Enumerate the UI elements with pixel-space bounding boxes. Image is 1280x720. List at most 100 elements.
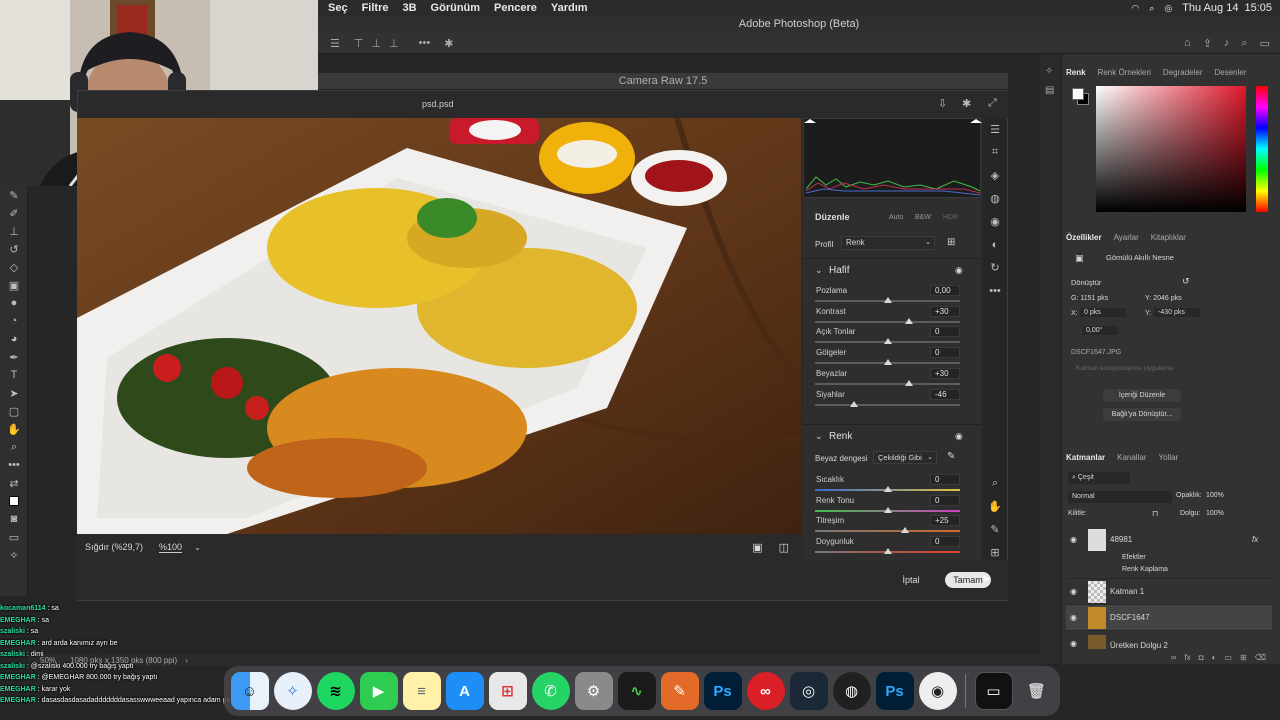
reset-transform-icon[interactable]: ↺ xyxy=(1182,276,1190,287)
home-icon[interactable]: ⌂ xyxy=(1184,37,1191,49)
folder-icon[interactable]: ▭ xyxy=(1224,653,1232,662)
gear-icon[interactable]: ✱ xyxy=(962,97,971,110)
trash-icon[interactable]: ⌫ xyxy=(1255,653,1266,662)
photo-preview[interactable] xyxy=(77,118,801,534)
steam-icon[interactable]: ◎ xyxy=(789,672,828,710)
compare-view-icon[interactable]: ◫ xyxy=(779,541,789,554)
pen-icon[interactable]: ✒ xyxy=(0,348,28,366)
search-icon[interactable]: ⌕ xyxy=(1241,37,1247,50)
brush-icon[interactable]: ✎ xyxy=(0,186,28,204)
history-brush-icon[interactable]: ↺ xyxy=(0,240,28,258)
fullscreen-icon[interactable]: ⤢ xyxy=(988,97,997,110)
pages-icon[interactable]: ✎ xyxy=(660,672,699,710)
edit-contents-button[interactable]: İçeriği Düzenle xyxy=(1103,389,1181,402)
history-icon[interactable]: ▤ xyxy=(1045,85,1061,96)
masking-icon[interactable]: ◍ xyxy=(983,187,1007,210)
slider-value-field[interactable]: 0 xyxy=(930,536,960,548)
convert-linked-button[interactable]: Bağlı'ya Dönüştür... xyxy=(1103,408,1181,421)
snapshots-icon[interactable]: ↻ xyxy=(983,256,1007,279)
cancel-button[interactable]: İptal xyxy=(891,572,931,588)
menu-item-filter[interactable]: Filtre xyxy=(362,2,389,14)
slider-row[interactable]: Kontrast +30 xyxy=(815,305,960,328)
slider-value-field[interactable]: 0 xyxy=(930,326,960,338)
layer-row[interactable]: ◉ 48981 fx Efektler Renk Kaplama xyxy=(1066,527,1272,579)
fill-value[interactable]: 100% xyxy=(1206,510,1224,517)
quick-mask-icon[interactable]: ◙ xyxy=(0,510,28,528)
control-center-icon[interactable]: ◎ xyxy=(1164,3,1172,14)
align-bottom-icon[interactable]: ⊥ xyxy=(389,37,399,50)
slider-value-field[interactable]: +25 xyxy=(930,515,960,527)
chevron-down-icon[interactable]: ⌄ xyxy=(815,431,823,442)
menu-item-window[interactable]: Pencere xyxy=(494,2,537,14)
crop-icon[interactable]: ⌗ xyxy=(983,141,1007,164)
eye-icon[interactable]: ◉ xyxy=(1070,587,1077,596)
system-settings-icon[interactable]: ⚙ xyxy=(574,672,613,710)
slider-thumb[interactable] xyxy=(883,506,892,513)
slider-track[interactable] xyxy=(815,530,960,533)
adjustment-icon[interactable]: ◐ xyxy=(1212,653,1217,662)
slider-row[interactable]: Pozlama 0,00 xyxy=(815,285,960,307)
zoom-icon[interactable]: ⌕ xyxy=(983,472,1007,495)
width-value[interactable]: G: 1151 pks xyxy=(1071,295,1108,302)
lock-icon[interactable]: ⊓ xyxy=(1152,509,1158,518)
layer-row[interactable]: ◉ DSCF1647 xyxy=(1066,605,1272,631)
slider-thumb[interactable] xyxy=(850,400,859,407)
eye-icon[interactable]: ◉ xyxy=(1070,613,1077,622)
stamp-icon[interactable]: ⊥ xyxy=(0,222,28,240)
obs-icon[interactable]: ◍ xyxy=(832,672,871,710)
slider-row[interactable]: Renk Tonu 0 xyxy=(815,494,960,517)
spotify-icon[interactable]: ≋ xyxy=(316,672,355,710)
slider-thumb[interactable] xyxy=(883,359,892,366)
webcam-app-icon[interactable]: ◉ xyxy=(918,672,957,710)
zoom-icon[interactable]: ⌕ xyxy=(0,438,28,456)
opacity-value[interactable]: 100% xyxy=(1206,492,1224,499)
eye-icon[interactable]: ◉ xyxy=(1070,535,1077,544)
layer-row[interactable]: ◉ Katman 1 xyxy=(1066,579,1272,605)
align-top-icon[interactable]: ⊤ xyxy=(354,37,364,50)
path-select-icon[interactable]: ➤ xyxy=(0,384,28,402)
crop-view-icon[interactable]: ▣ xyxy=(752,541,762,554)
slider-thumb[interactable] xyxy=(883,548,892,555)
blur-icon[interactable]: ● xyxy=(0,294,28,312)
hdr-button[interactable]: HDR xyxy=(943,214,958,221)
fx-icon[interactable]: fx xyxy=(1185,653,1191,662)
activity-monitor-icon[interactable]: ∿ xyxy=(617,672,656,710)
chevron-down-icon[interactable]: ⌄ xyxy=(815,265,823,276)
finder-icon[interactable]: ☺ xyxy=(230,672,269,710)
slider-value-field[interactable]: 0 xyxy=(930,347,960,359)
layer-row[interactable]: ◉ Üretken Dolgu 2 xyxy=(1066,631,1272,650)
slider-thumb[interactable] xyxy=(883,486,892,492)
pencil-icon[interactable]: ✐ xyxy=(0,204,28,222)
light-section-title[interactable]: Hafif xyxy=(829,265,850,276)
eye-icon[interactable]: ◉ xyxy=(955,431,963,442)
blend-mode-select[interactable]: Normal xyxy=(1068,491,1172,503)
slider-row[interactable]: Gölgeler 0 xyxy=(815,347,960,369)
angle-value[interactable]: 0,00° xyxy=(1082,326,1118,335)
photoshop-icon[interactable]: Ps xyxy=(703,672,742,710)
slider-thumb[interactable] xyxy=(900,527,909,534)
tab-libraries[interactable]: Kitaplıklar xyxy=(1151,233,1186,242)
slider-thumb[interactable] xyxy=(905,379,914,386)
slider-row[interactable]: Sıcaklık 0 xyxy=(815,474,960,496)
eye-icon[interactable]: ◉ xyxy=(1070,639,1077,648)
slider-value-field[interactable]: -46 xyxy=(930,388,960,400)
bell-icon[interactable]: ♪ xyxy=(1224,37,1230,49)
color-section-title[interactable]: Renk xyxy=(829,431,852,442)
trash-icon[interactable]: 🗑 xyxy=(1018,672,1056,710)
color-sampler-icon[interactable]: ✎ xyxy=(983,518,1007,541)
menu-item-view[interactable]: Görünüm xyxy=(431,2,481,14)
more-icon[interactable]: ••• xyxy=(419,37,431,49)
slider-row[interactable]: Titreşim +25 xyxy=(815,515,960,537)
white-balance-select[interactable]: Çekildiği Gibi ⌄ xyxy=(873,451,937,464)
profile-browser-icon[interactable]: ⊞ xyxy=(947,237,955,248)
color-fg-bg-swatch[interactable] xyxy=(1072,88,1090,106)
zoom-100-label[interactable]: %100 xyxy=(159,542,183,553)
new-layer-icon[interactable]: ⊞ xyxy=(1240,653,1247,662)
profile-select[interactable]: Renk ⌄ xyxy=(841,236,935,250)
tab-adjustments[interactable]: Ayarlar xyxy=(1114,233,1139,242)
photoshop-beta-icon[interactable]: Ps xyxy=(875,672,914,710)
slider-row[interactable]: Açık Tonlar 0 xyxy=(815,326,960,348)
app-store-icon[interactable]: A xyxy=(445,672,484,710)
align-middle-icon[interactable]: ⊥ xyxy=(371,37,381,50)
auto-button[interactable]: Auto xyxy=(889,214,903,221)
